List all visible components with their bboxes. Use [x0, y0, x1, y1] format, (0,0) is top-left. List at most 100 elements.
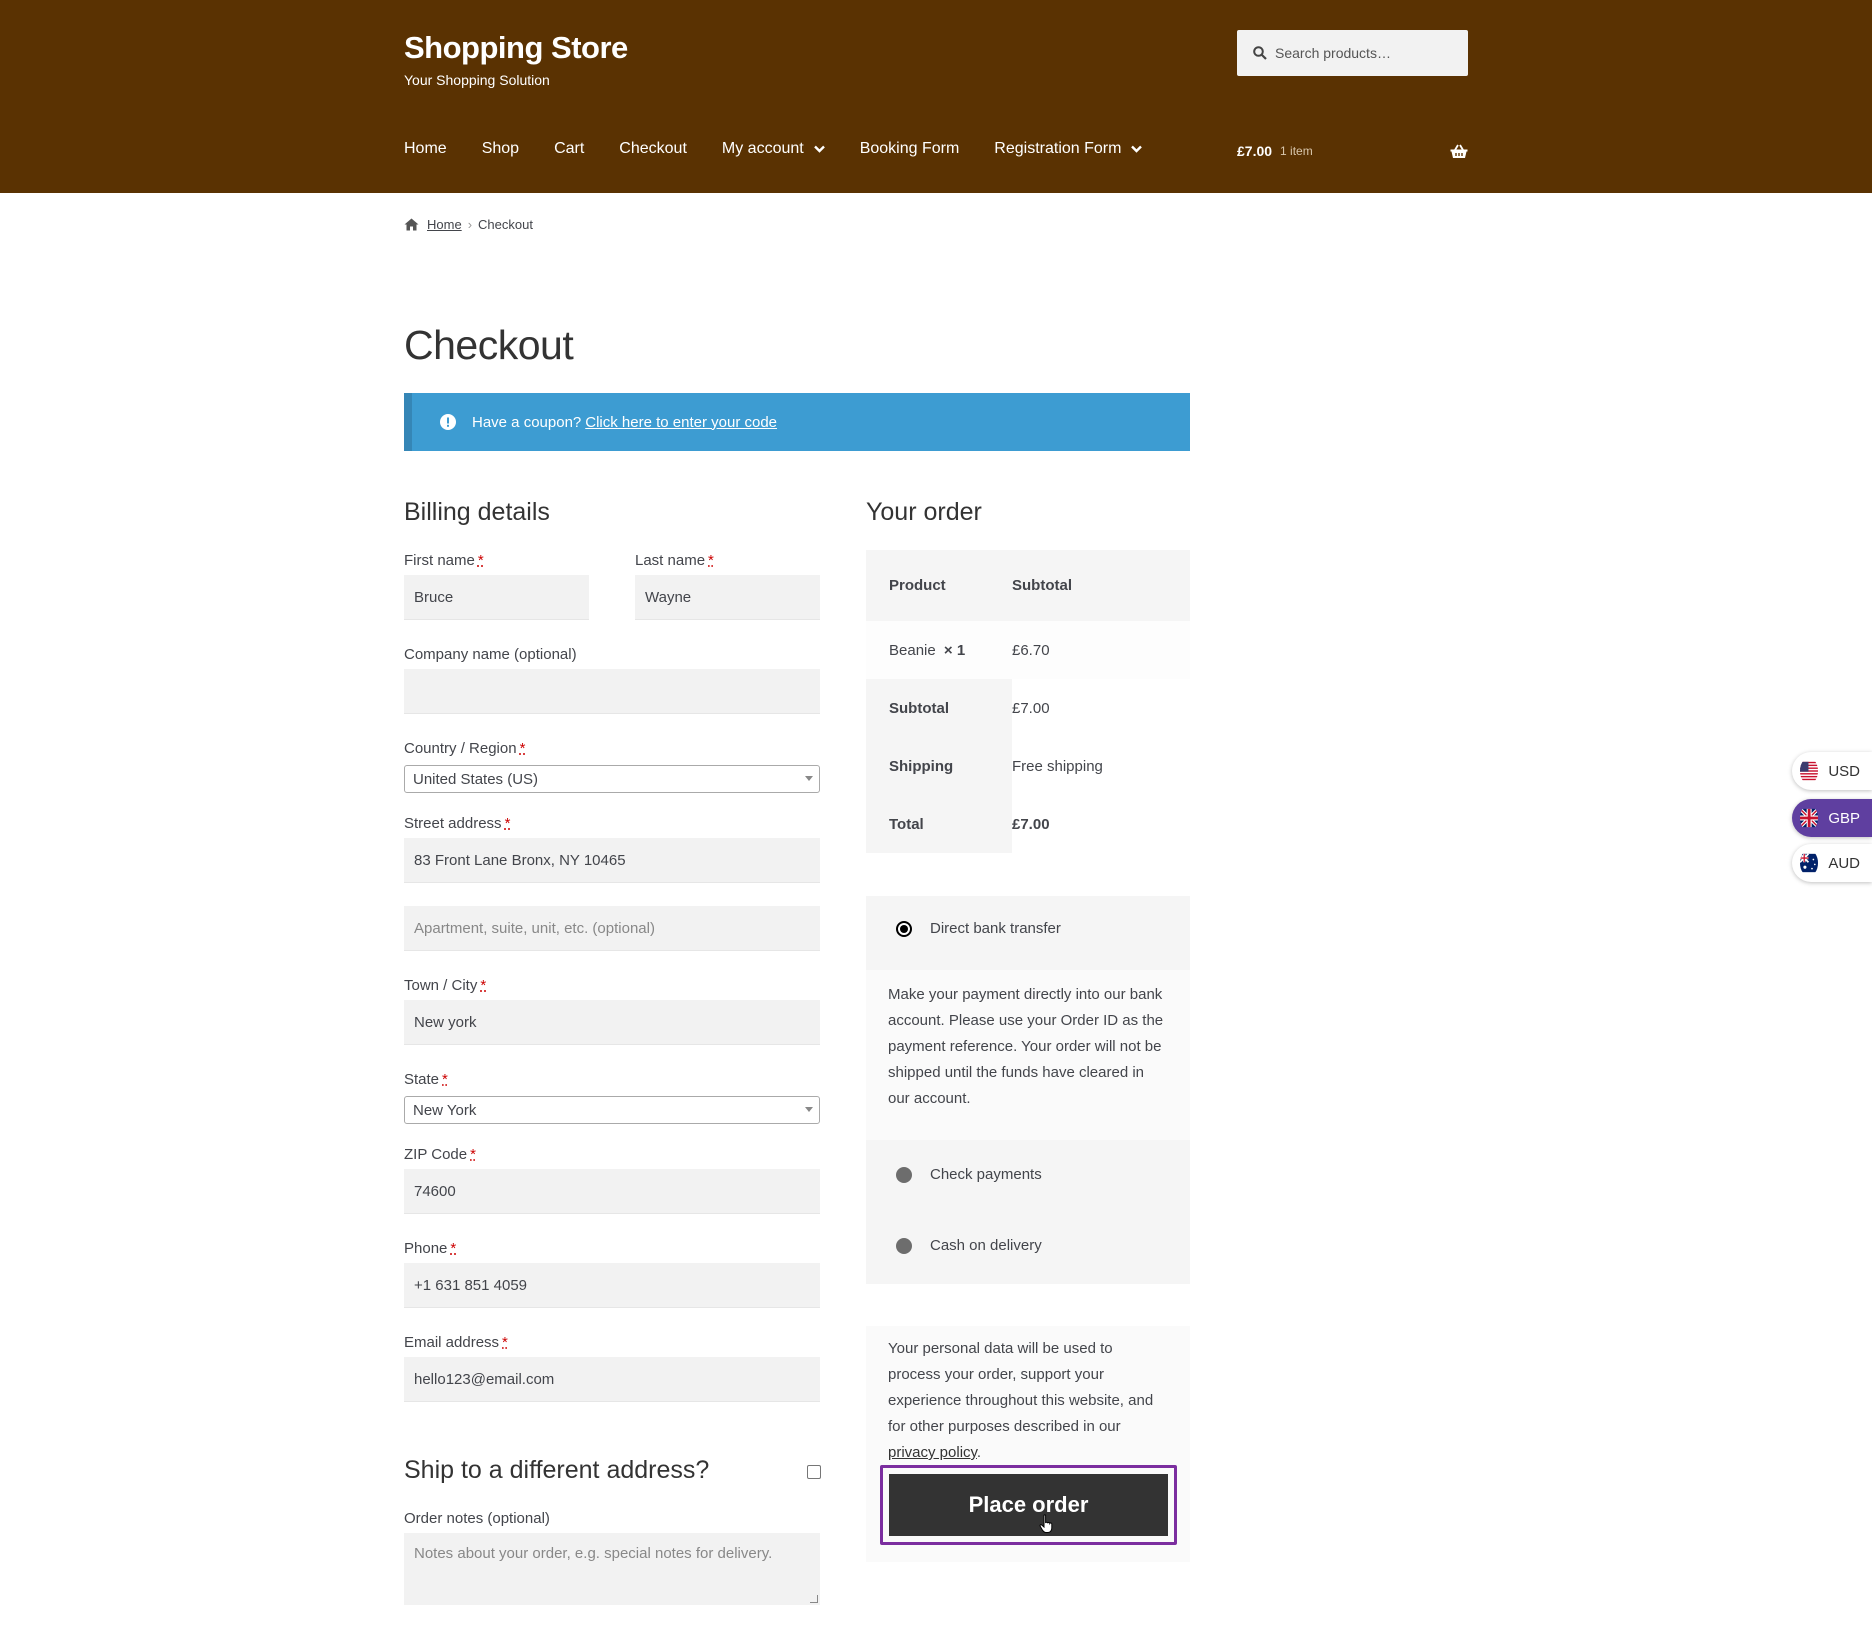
nav-checkout[interactable]: Checkout	[619, 140, 687, 158]
table-row: Beanie × 1 £6.70	[866, 621, 1190, 679]
nav-home[interactable]: Home	[404, 140, 447, 158]
city-input[interactable]: New york	[404, 1000, 820, 1045]
privacy-text: Your personal data will be used to proce…	[888, 1340, 1154, 1435]
country-value: United States (US)	[413, 770, 539, 788]
col-product: Product	[889, 577, 946, 594]
cart-amount: £7.00	[1237, 143, 1273, 159]
last-name-input[interactable]: Wayne	[635, 575, 820, 620]
country-label-text: Country / Region	[404, 740, 517, 757]
item-price: £6.70	[1012, 641, 1050, 659]
radio-icon[interactable]	[896, 1166, 912, 1183]
payment-bank-transfer[interactable]: Direct bank transfer	[896, 920, 1061, 937]
place-order-focus-ring: Place order	[880, 1465, 1177, 1545]
first-name-label-text: First name	[404, 552, 475, 569]
au-flag-icon	[1800, 853, 1819, 873]
apartment-input[interactable]: Apartment, suite, unit, etc. (optional)	[404, 906, 820, 951]
country-label: Country / Region *	[404, 740, 525, 757]
order-notes-label: Order notes (optional)	[404, 1510, 550, 1527]
info-icon	[440, 414, 456, 430]
phone-input[interactable]: +1 631 851 4059	[404, 1263, 820, 1308]
nav-registration-form[interactable]: Registration Form	[994, 140, 1143, 158]
street-label-text: Street address	[404, 815, 502, 832]
radio-selected-icon[interactable]	[896, 920, 912, 937]
site-title[interactable]: Shopping Store	[404, 30, 628, 66]
city-label-text: Town / City	[404, 977, 478, 994]
search-input[interactable]: Search products…	[1237, 30, 1468, 76]
nav-cart[interactable]: Cart	[554, 140, 584, 158]
search-placeholder: Search products…	[1275, 45, 1391, 61]
payment-bank-label: Direct bank transfer	[930, 920, 1061, 937]
payment-check-label: Check payments	[930, 1166, 1042, 1183]
email-input[interactable]: hello123@email.com	[404, 1357, 820, 1402]
nav-my-account-label: My account	[721, 140, 804, 157]
nav-shop[interactable]: Shop	[482, 140, 519, 158]
dropdown-arrow-icon	[805, 776, 813, 781]
currency-usd[interactable]: USD	[1792, 752, 1872, 790]
payment-check[interactable]: Check payments	[896, 1166, 1042, 1183]
site-header: Shopping Store Your Shopping Solution Se…	[0, 0, 1872, 193]
ship-different-heading: Ship to a different address?	[404, 1456, 710, 1484]
resize-handle-icon[interactable]	[810, 1595, 818, 1603]
header-cart[interactable]: £7.00 1 item	[1237, 143, 1468, 159]
uk-flag-icon	[1800, 807, 1819, 829]
place-order-button[interactable]: Place order	[889, 1474, 1168, 1536]
order-notes-textarea[interactable]: Notes about your order, e.g. special not…	[404, 1533, 820, 1605]
page-title: Checkout	[404, 322, 574, 368]
hand-cursor-icon	[1039, 1514, 1053, 1533]
total-label: Total	[866, 795, 1012, 853]
coupon-link[interactable]: Click here to enter your code	[585, 414, 777, 431]
required-mark: *	[470, 1146, 476, 1163]
nav-my-account[interactable]: My account	[722, 140, 825, 158]
zip-input[interactable]: 74600	[404, 1169, 820, 1214]
first-name-label: First name *	[404, 552, 484, 569]
cart-count: 1 item	[1280, 144, 1313, 158]
order-heading: Your order	[866, 498, 982, 526]
col-subtotal: Subtotal	[1012, 577, 1072, 594]
first-name-input[interactable]: Bruce	[404, 575, 589, 620]
last-name-label-text: Last name	[635, 552, 706, 569]
item-qty: × 1	[943, 641, 966, 659]
state-select[interactable]: New York	[404, 1096, 820, 1124]
search-icon	[1253, 46, 1267, 60]
ship-different-checkbox[interactable]	[807, 1465, 821, 1479]
required-mark: *	[504, 815, 511, 832]
required-mark: *	[480, 977, 487, 994]
required-mark: *	[450, 1240, 457, 1257]
chevron-down-icon	[813, 145, 825, 153]
payment-cod-label: Cash on delivery	[930, 1237, 1042, 1254]
shipping-label: Shipping	[866, 737, 1012, 795]
currency-code: AUD	[1828, 854, 1860, 872]
city-label: Town / City *	[404, 977, 486, 994]
dropdown-arrow-icon	[805, 1107, 813, 1112]
state-label: State *	[404, 1071, 448, 1088]
total-value: £7.00	[1012, 815, 1050, 833]
currency-code: GBP	[1828, 809, 1860, 827]
nav-booking-form[interactable]: Booking Form	[860, 140, 960, 158]
breadcrumb-home-link[interactable]: Home	[427, 217, 462, 232]
breadcrumb-separator: ›	[467, 217, 473, 232]
payment-methods: Direct bank transfer Make your payment d…	[866, 896, 1190, 1284]
zip-label-text: ZIP Code	[404, 1146, 468, 1163]
privacy-policy-link[interactable]: privacy policy	[888, 1444, 977, 1461]
home-icon	[404, 218, 419, 231]
email-label-text: Email address	[404, 1334, 500, 1351]
billing-heading: Billing details	[404, 498, 550, 526]
required-mark: *	[519, 740, 526, 757]
subtotal-row: Subtotal £7.00	[866, 679, 1190, 737]
coupon-notice: Have a coupon? Click here to enter your …	[404, 393, 1190, 451]
basket-icon	[1450, 144, 1468, 158]
zip-label: ZIP Code *	[404, 1146, 476, 1163]
required-mark: *	[477, 552, 484, 569]
street-input[interactable]: 83 Front Lane Bronx, NY 10465	[404, 838, 820, 883]
company-input[interactable]	[404, 669, 820, 714]
radio-icon[interactable]	[896, 1237, 912, 1254]
country-select[interactable]: United States (US)	[404, 765, 820, 793]
last-name-label: Last name *	[635, 552, 714, 569]
place-order-label: Place order	[968, 1492, 1089, 1517]
company-label: Company name (optional)	[404, 646, 577, 663]
privacy-end: .	[976, 1444, 982, 1461]
currency-gbp[interactable]: GBP	[1792, 799, 1872, 837]
payment-cod[interactable]: Cash on delivery	[896, 1237, 1042, 1254]
currency-aud[interactable]: AUD	[1792, 844, 1872, 882]
item-cell: Beanie × 1	[866, 642, 1012, 659]
